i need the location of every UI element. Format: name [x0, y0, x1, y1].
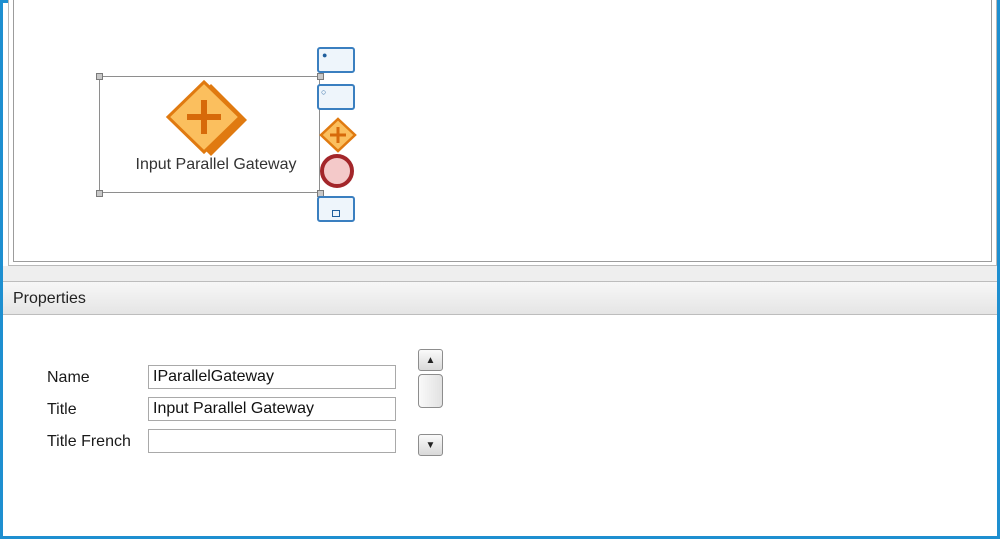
parallel-gateway-node-icon[interactable] [161, 80, 251, 156]
resize-handle-top-right[interactable] [317, 73, 324, 80]
title-french-input[interactable] [148, 429, 396, 453]
scrollbar-thumb[interactable] [418, 374, 443, 408]
title-label: Title [47, 401, 77, 418]
user-task-icon[interactable]: ● [317, 47, 355, 73]
end-event-icon[interactable] [318, 153, 356, 189]
service-task-icon[interactable]: ○ [317, 84, 355, 110]
parallel-gateway-icon[interactable] [318, 117, 358, 153]
node-label: Input Parallel Gateway [135, 156, 297, 173]
name-label: Name [47, 369, 90, 386]
title-french-label: Title French [47, 433, 131, 450]
properties-title: Properties [13, 290, 86, 307]
scroll-down-button[interactable]: ▼ [418, 434, 443, 456]
properties-body: Name Title Title French ▲ ▼ [3, 316, 997, 533]
resize-handle-bottom-left[interactable] [96, 190, 103, 197]
subprocess-icon[interactable] [317, 196, 355, 222]
resize-handle-top-left[interactable] [96, 73, 103, 80]
panel-splitter[interactable] [3, 266, 997, 282]
title-input[interactable] [148, 397, 396, 421]
scroll-up-button[interactable]: ▲ [418, 349, 443, 371]
name-input[interactable] [148, 365, 396, 389]
properties-header: Properties [3, 282, 997, 315]
